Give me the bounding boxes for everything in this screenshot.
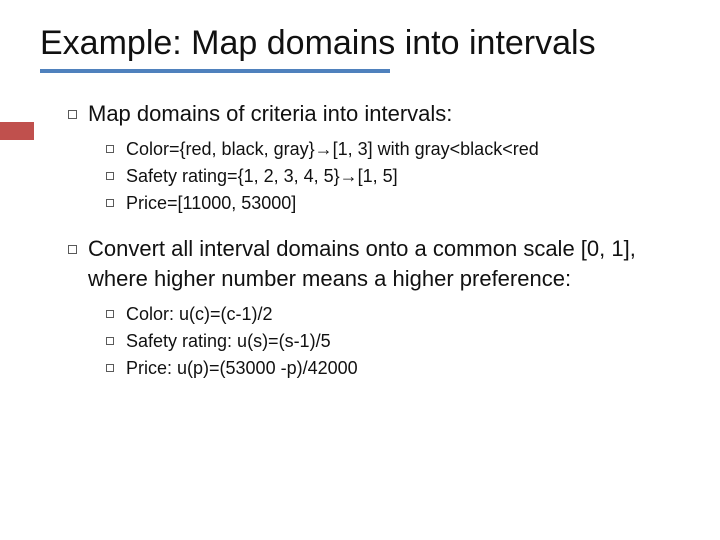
sub-item: Safety rating: u(s)=(s-1)/5	[126, 329, 680, 354]
sub-item: Color={red, black, gray}→[1, 3] with gra…	[126, 137, 680, 162]
slide-title: Example: Map domains into intervals	[40, 24, 680, 63]
square-bullet-icon	[106, 356, 126, 381]
section-1: Convert all interval domains onto a comm…	[68, 234, 680, 381]
sub-item: Safety rating={1, 2, 3, 4, 5}→[1, 5]	[126, 164, 680, 189]
section-heading: Convert all interval domains onto a comm…	[88, 234, 680, 293]
bullet-l2: Color: u(c)=(c-1)/2	[106, 302, 680, 327]
square-bullet-icon	[106, 137, 126, 162]
square-bullet-icon	[106, 329, 126, 354]
title-underline	[40, 69, 390, 73]
section-heading: Map domains of criteria into intervals:	[88, 99, 680, 129]
bullet-l1: Convert all interval domains onto a comm…	[68, 234, 680, 293]
bullet-l1: Map domains of criteria into intervals:	[68, 99, 680, 129]
sub-item: Price: u(p)=(53000 -p)/42000	[126, 356, 680, 381]
sub-list: Color={red, black, gray}→[1, 3] with gra…	[68, 137, 680, 217]
sub-list: Color: u(c)=(c-1)/2 Safety rating: u(s)=…	[68, 302, 680, 382]
bullet-l2: Price=[11000, 53000]	[106, 191, 680, 216]
bullet-l2: Safety rating={1, 2, 3, 4, 5}→[1, 5]	[106, 164, 680, 189]
content: Map domains of criteria into intervals: …	[40, 99, 680, 381]
square-bullet-icon	[106, 164, 126, 189]
square-bullet-icon	[68, 99, 88, 129]
sub-item: Price=[11000, 53000]	[126, 191, 680, 216]
title-block: Example: Map domains into intervals	[40, 24, 680, 73]
bullet-l2: Price: u(p)=(53000 -p)/42000	[106, 356, 680, 381]
accent-bar	[0, 122, 34, 140]
slide: Example: Map domains into intervals Map …	[0, 0, 720, 540]
bullet-l2: Color={red, black, gray}→[1, 3] with gra…	[106, 137, 680, 162]
bullet-l2: Safety rating: u(s)=(s-1)/5	[106, 329, 680, 354]
section-0: Map domains of criteria into intervals: …	[68, 99, 680, 216]
square-bullet-icon	[106, 302, 126, 327]
square-bullet-icon	[68, 234, 88, 293]
sub-item: Color: u(c)=(c-1)/2	[126, 302, 680, 327]
square-bullet-icon	[106, 191, 126, 216]
